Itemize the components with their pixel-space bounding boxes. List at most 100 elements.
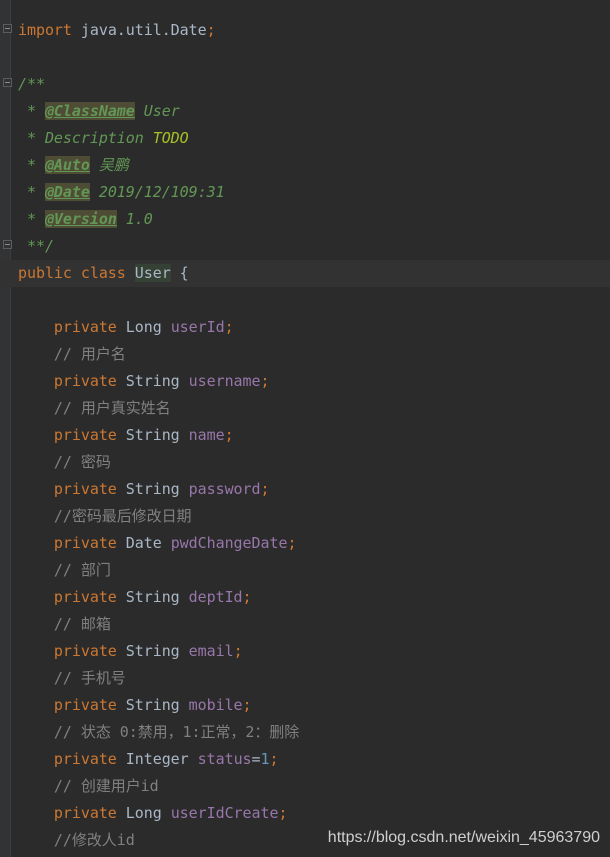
code-token: //密码最后修改日期 [18,507,192,525]
code-token: String [125,696,189,714]
code-token: * Description [18,129,153,147]
fold-toggle-icon[interactable] [3,24,12,33]
code-token: ; [242,588,252,606]
code-line[interactable]: //密码最后修改日期 [0,503,610,530]
code-line[interactable]: private String username; [0,368,610,395]
code-token: ; [224,426,234,444]
code-token: /** [18,75,45,93]
code-token: ; [206,21,216,39]
code-token: // 创建用户id [18,777,159,795]
code-token: * [18,102,45,120]
code-token: 2019/12/109:31 [89,183,225,201]
code-token: private [18,642,126,660]
code-line[interactable]: // 用户名 [0,341,610,368]
code-token: String [125,372,189,390]
code-line[interactable]: private String mobile; [0,692,610,719]
code-token: password [188,480,261,498]
code-token: private [18,480,126,498]
code-token: username [188,372,261,390]
code-line[interactable]: * @Auto 吴鹏 [0,152,610,179]
code-token: * [18,156,45,174]
code-token: private [18,426,126,444]
code-line[interactable] [0,287,610,314]
code-line[interactable]: * @Date 2019/12/109:31 [0,179,610,206]
code-line[interactable]: // 部门 [0,557,610,584]
code-token: private [18,696,126,714]
code-line[interactable]: private Long userIdCreate; [0,800,610,827]
code-line[interactable]: public class User { [0,260,610,287]
code-token: @ClassName [44,102,135,120]
code-line[interactable]: private Date pwdChangeDate; [0,530,610,557]
code-line[interactable]: **/ [0,233,610,260]
code-token: { [170,264,189,282]
code-token: @Auto [44,156,90,174]
code-token: pwdChangeDate [170,534,288,552]
code-token: private [18,372,126,390]
code-token: status [197,750,252,768]
code-line[interactable]: private String name; [0,422,610,449]
code-token: String [125,480,189,498]
code-token: ; [278,804,288,822]
code-line[interactable]: private String password; [0,476,610,503]
code-line[interactable]: // 手机号 [0,665,610,692]
code-line[interactable]: private String email; [0,638,610,665]
code-token: userIdCreate [170,804,279,822]
code-line[interactable]: * Description TODO [0,125,610,152]
code-token: private [18,804,126,822]
watermark: https://blog.csdn.net/weixin_45963790 [327,829,600,846]
code-token: java.util.Date [71,21,207,39]
code-token: deptId [188,588,243,606]
code-token: // 用户名 [18,345,126,363]
code-token: String [125,588,189,606]
code-token: private [18,534,126,552]
code-token: = [251,750,261,768]
code-line[interactable]: /** [0,71,610,98]
code-line[interactable]: private Long userId; [0,314,610,341]
code-token: TODO [152,129,189,147]
code-token: ; [260,372,270,390]
code-line[interactable]: private Integer status=1; [0,746,610,773]
code-token: ; [242,696,252,714]
code-line[interactable] [0,44,610,71]
fold-toggle-icon[interactable] [3,78,12,87]
code-token: 1.0 [116,210,153,228]
code-token: 1 [260,750,270,768]
code-token: Long [125,804,171,822]
code-token: 吴鹏 [89,156,129,174]
code-token: public class [18,264,135,282]
code-token: Long [125,318,171,336]
code-token: mobile [188,696,243,714]
code-token: ; [269,750,279,768]
code-line[interactable]: // 邮箱 [0,611,610,638]
code-token: @Date [44,183,90,201]
code-token: ; [287,534,297,552]
code-token: // 部门 [18,561,111,579]
code-line[interactable]: // 状态 0:禁用，1:正常，2：删除 [0,719,610,746]
code-token: **/ [18,237,54,255]
code-line[interactable]: // 用户真实姓名 [0,395,610,422]
code-token: User [134,102,180,120]
code-token: //修改人id [18,831,135,849]
code-line[interactable]: private String deptId; [0,584,610,611]
code-token: * [18,210,45,228]
code-line[interactable]: import java.util.Date; [0,17,610,44]
code-token: private [18,750,126,768]
code-token: ; [260,480,270,498]
code-line[interactable]: // 密码 [0,449,610,476]
code-token: email [188,642,234,660]
code-token: import [18,21,72,39]
code-line[interactable]: * @Version 1.0 [0,206,610,233]
fold-toggle-icon[interactable] [3,240,12,249]
code-token: // 状态 0:禁用，1:正常，2：删除 [18,723,300,741]
code-token: Date [125,534,171,552]
code-editor[interactable]: import java.util.Date; /** * @ClassName … [0,17,610,854]
code-line[interactable]: * @ClassName User [0,98,610,125]
code-token: private [18,318,126,336]
code-token: // 密码 [18,453,111,471]
code-line[interactable]: // 创建用户id [0,773,610,800]
code-token: private [18,588,126,606]
code-token: Integer [125,750,198,768]
code-token: String [125,426,189,444]
code-token: String [125,642,189,660]
code-token: ; [233,642,243,660]
